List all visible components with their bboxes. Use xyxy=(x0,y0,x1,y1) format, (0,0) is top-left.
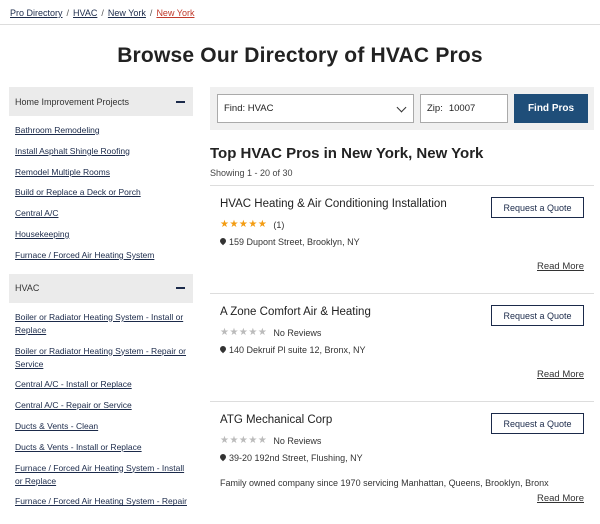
sidebar-link[interactable]: Build or Replace a Deck or Porch xyxy=(15,187,141,197)
review-count[interactable]: (1) xyxy=(273,220,284,230)
breadcrumb-separator: / xyxy=(66,8,70,18)
list-item: Central A/C - Repair or Service xyxy=(15,399,193,412)
list-item: Boiler or Radiator Heating System - Repa… xyxy=(15,345,193,371)
list-item: Install Asphalt Shingle Roofing xyxy=(15,145,193,158)
list-item: Furnace / Forced Air Heating System - Re… xyxy=(15,495,193,508)
sidebar-link[interactable]: Furnace / Forced Air Heating System xyxy=(15,250,154,260)
sidebar-link[interactable]: Boiler or Radiator Heating System - Repa… xyxy=(15,346,186,369)
results-count: Showing 1 - 20 of 30 xyxy=(210,168,293,178)
listing-name[interactable]: A Zone Comfort Air & Heating xyxy=(220,306,371,318)
results-title: Top HVAC Pros in New York, New York xyxy=(210,145,484,162)
zip-label: Zip: xyxy=(427,103,443,114)
breadcrumb-new-york-city[interactable]: New York xyxy=(156,8,194,18)
list-item: Furnace / Forced Air Heating System xyxy=(15,249,193,262)
sidebar-link[interactable]: Central A/C - Repair or Service xyxy=(15,400,132,410)
read-more-link[interactable]: Read More xyxy=(537,369,584,380)
map-pin-icon xyxy=(220,346,226,354)
sidebar-group-header[interactable]: HVAC xyxy=(9,273,193,303)
breadcrumb: Pro Directory / HVAC / New York / New Yo… xyxy=(10,8,194,18)
address-text: 39-20 192nd Street, Flushing, NY xyxy=(229,453,363,463)
breadcrumb-separator: / xyxy=(149,8,153,18)
list-item: Remodel Multiple Rooms xyxy=(15,166,193,179)
breadcrumb-pro-directory[interactable]: Pro Directory xyxy=(10,8,63,18)
review-count: No Reviews xyxy=(273,327,322,338)
map-pin-icon xyxy=(220,454,226,462)
sidebar-group-hvac: HVAC Boiler or Radiator Heating System -… xyxy=(9,273,193,509)
listing-name[interactable]: ATG Mechanical Corp xyxy=(220,414,332,426)
collapse-icon[interactable] xyxy=(176,100,185,103)
listing-address: 159 Dupont Street, Brooklyn, NY xyxy=(220,237,360,247)
rating: ★★★★★ No Reviews xyxy=(220,435,321,446)
request-quote-button[interactable]: Request a Quote xyxy=(491,305,584,326)
request-quote-button[interactable]: Request a Quote xyxy=(491,197,584,218)
list-item: Central A/C xyxy=(15,207,193,220)
listing-address: 39-20 192nd Street, Flushing, NY xyxy=(220,453,363,463)
sidebar-group-title: Home Improvement Projects xyxy=(15,96,130,107)
listing-card: ATG Mechanical Corp Request a Quote ★★★★… xyxy=(210,401,594,524)
list-item: Furnace / Forced Air Heating System - In… xyxy=(15,462,193,488)
sidebar-link[interactable]: Ducts & Vents - Install or Replace xyxy=(15,442,142,452)
star-rating-icon: ★★★★★ xyxy=(220,327,268,338)
search-bar: Find: HVAC Zip: 10007 Find Pros xyxy=(210,87,594,130)
listing-address: 140 Dekruif Pl suite 12, Bronx, NY xyxy=(220,345,366,355)
sidebar-link[interactable]: Remodel Multiple Rooms xyxy=(15,167,110,177)
list-item: Build or Replace a Deck or Porch xyxy=(15,186,193,199)
breadcrumb-new-york-state[interactable]: New York xyxy=(108,8,146,18)
read-more-link[interactable]: Read More xyxy=(537,261,584,272)
find-select-value: Find: HVAC xyxy=(224,103,274,114)
find-select[interactable]: Find: HVAC xyxy=(217,94,414,123)
address-text: 159 Dupont Street, Brooklyn, NY xyxy=(229,237,360,247)
list-item: Bathroom Remodeling xyxy=(15,124,193,137)
address-text: 140 Dekruif Pl suite 12, Bronx, NY xyxy=(229,345,366,355)
read-more-link[interactable]: Read More xyxy=(537,493,584,504)
listing-card: A Zone Comfort Air & Heating Request a Q… xyxy=(210,293,594,401)
header-divider xyxy=(0,24,600,25)
sidebar-link[interactable]: Central A/C - Install or Replace xyxy=(15,379,132,389)
sidebar-link[interactable]: Furnace / Forced Air Heating System - In… xyxy=(15,463,184,486)
review-count: No Reviews xyxy=(273,435,322,446)
sidebar-group-home-improvement: Home Improvement Projects Bathroom Remod… xyxy=(9,87,193,262)
find-pros-button[interactable]: Find Pros xyxy=(514,94,588,123)
breadcrumb-hvac[interactable]: HVAC xyxy=(73,8,97,18)
listing-card: HVAC Heating & Air Conditioning Installa… xyxy=(210,185,594,293)
star-rating-icon: ★★★★★ xyxy=(220,219,268,230)
listing-name[interactable]: HVAC Heating & Air Conditioning Installa… xyxy=(220,198,447,210)
rating: ★★★★★ (1) xyxy=(220,219,284,230)
breadcrumb-separator: / xyxy=(101,8,104,18)
list-item: Ducts & Vents - Install or Replace xyxy=(15,441,193,454)
collapse-icon[interactable] xyxy=(176,287,185,290)
list-item: Central A/C - Install or Replace xyxy=(15,378,193,391)
zip-field[interactable]: Zip: 10007 xyxy=(420,94,508,123)
category-sidebar: Home Improvement Projects Bathroom Remod… xyxy=(9,87,193,516)
sidebar-group-header[interactable]: Home Improvement Projects xyxy=(9,87,193,116)
sidebar-link[interactable]: Bathroom Remodeling xyxy=(15,125,100,135)
listing-description: Family owned company since 1970 servicin… xyxy=(220,478,549,488)
list-item: Boiler or Radiator Heating System - Inst… xyxy=(15,311,193,337)
rating: ★★★★★ No Reviews xyxy=(220,327,321,338)
sidebar-link[interactable]: Ducts & Vents - Clean xyxy=(15,421,98,431)
sidebar-group-list: Boiler or Radiator Heating System - Inst… xyxy=(9,303,193,509)
sidebar-link[interactable]: Install Asphalt Shingle Roofing xyxy=(15,146,130,156)
sidebar-group-title: HVAC xyxy=(15,283,40,294)
sidebar-link[interactable]: Central A/C xyxy=(15,208,58,218)
page-title: Browse Our Directory of HVAC Pros xyxy=(117,44,483,67)
star-rating-icon: ★★★★★ xyxy=(220,435,268,446)
chevron-down-icon xyxy=(396,102,407,113)
sidebar-link[interactable]: Boiler or Radiator Heating System - Inst… xyxy=(15,312,183,335)
sidebar-link[interactable]: Furnace / Forced Air Heating System - Re… xyxy=(15,496,187,506)
request-quote-button[interactable]: Request a Quote xyxy=(491,413,584,434)
sidebar-link[interactable]: Housekeeping xyxy=(15,229,69,239)
map-pin-icon xyxy=(220,238,226,246)
list-item: Housekeeping xyxy=(15,228,193,241)
list-item: Ducts & Vents - Clean xyxy=(15,420,193,433)
zip-value: 10007 xyxy=(448,103,476,114)
sidebar-group-list: Bathroom Remodeling Install Asphalt Shin… xyxy=(9,116,193,262)
